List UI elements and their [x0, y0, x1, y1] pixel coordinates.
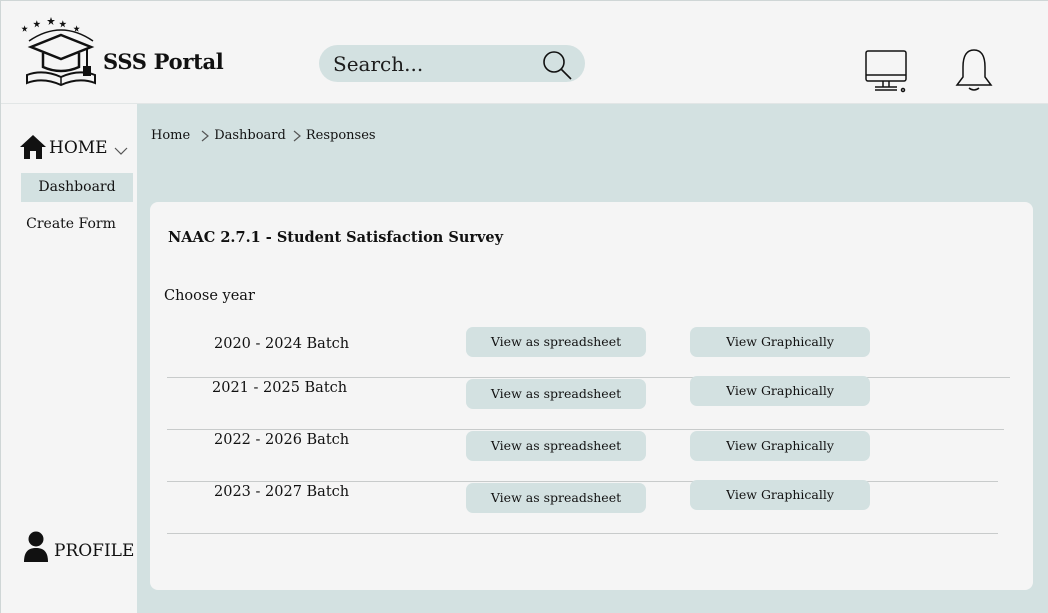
sidebar-item-create-form[interactable]: Create Form	[21, 211, 121, 237]
chevron-down-icon[interactable]	[113, 142, 129, 155]
batch-label: 2021 - 2025 Batch	[212, 380, 348, 396]
view-spreadsheet-button[interactable]: View as spreadsheet	[466, 379, 646, 409]
table-row: 2021 - 2025 Batch View as spreadsheet Vi…	[167, 376, 1004, 430]
chevron-right-icon	[290, 130, 304, 142]
home-icon	[19, 134, 47, 160]
sidebar-item-profile[interactable]: PROFILE	[23, 529, 137, 567]
breadcrumb: Home Dashboard Responses	[151, 128, 376, 143]
view-spreadsheet-button[interactable]: View as spreadsheet	[466, 431, 646, 461]
sidebar-item-dashboard[interactable]: Dashboard	[21, 173, 133, 202]
sidebar: HOME Dashboard Create Form PROFILE	[1, 104, 137, 613]
choose-year-label: Choose year	[164, 288, 255, 304]
view-graphically-button[interactable]: View Graphically	[690, 480, 870, 510]
main-content: Home Dashboard Responses NAAC 2.7.1 - St…	[137, 104, 1048, 613]
view-graphically-button[interactable]: View Graphically	[690, 376, 870, 406]
batch-label: 2023 - 2027 Batch	[214, 484, 350, 500]
sidebar-item-home[interactable]: HOME	[19, 134, 137, 164]
app-frame: SSS Portal Search... HOME Dashboard Crea…	[0, 0, 1048, 613]
bell-icon[interactable]	[953, 47, 995, 93]
view-graphically-button[interactable]: View Graphically	[690, 327, 870, 357]
table-row: 2023 - 2027 Batch View as spreadsheet Vi…	[167, 480, 998, 534]
batch-label: 2022 - 2026 Batch	[214, 432, 350, 448]
graduation-cap-logo-icon	[21, 13, 101, 93]
view-graphically-button[interactable]: View Graphically	[690, 431, 870, 461]
search-icon[interactable]	[541, 49, 573, 81]
sidebar-item-label: PROFILE	[54, 541, 135, 561]
breadcrumb-home[interactable]: Home	[151, 128, 190, 143]
breadcrumb-responses: Responses	[305, 128, 376, 143]
chevron-right-icon	[198, 130, 212, 142]
row-divider	[167, 533, 998, 534]
user-icon	[23, 531, 49, 563]
batch-label: 2020 - 2024 Batch	[214, 336, 350, 352]
monitor-icon[interactable]	[863, 49, 909, 95]
view-spreadsheet-button[interactable]: View as spreadsheet	[466, 327, 646, 357]
survey-title: NAAC 2.7.1 - Student Satisfaction Survey	[168, 229, 504, 246]
search-bar[interactable]: Search...	[319, 45, 585, 82]
table-row: 2020 - 2024 Batch View as spreadsheet Vi…	[167, 326, 1010, 378]
top-header: SSS Portal Search...	[1, 1, 1048, 104]
breadcrumb-dashboard[interactable]: Dashboard	[214, 128, 286, 143]
table-row: 2022 - 2026 Batch View as spreadsheet Vi…	[167, 430, 998, 482]
view-spreadsheet-button[interactable]: View as spreadsheet	[466, 483, 646, 513]
brand-title: SSS Portal	[103, 49, 224, 74]
sidebar-item-label: HOME	[49, 138, 108, 158]
survey-card: NAAC 2.7.1 - Student Satisfaction Survey…	[150, 202, 1033, 590]
search-input[interactable]: Search...	[333, 52, 423, 76]
